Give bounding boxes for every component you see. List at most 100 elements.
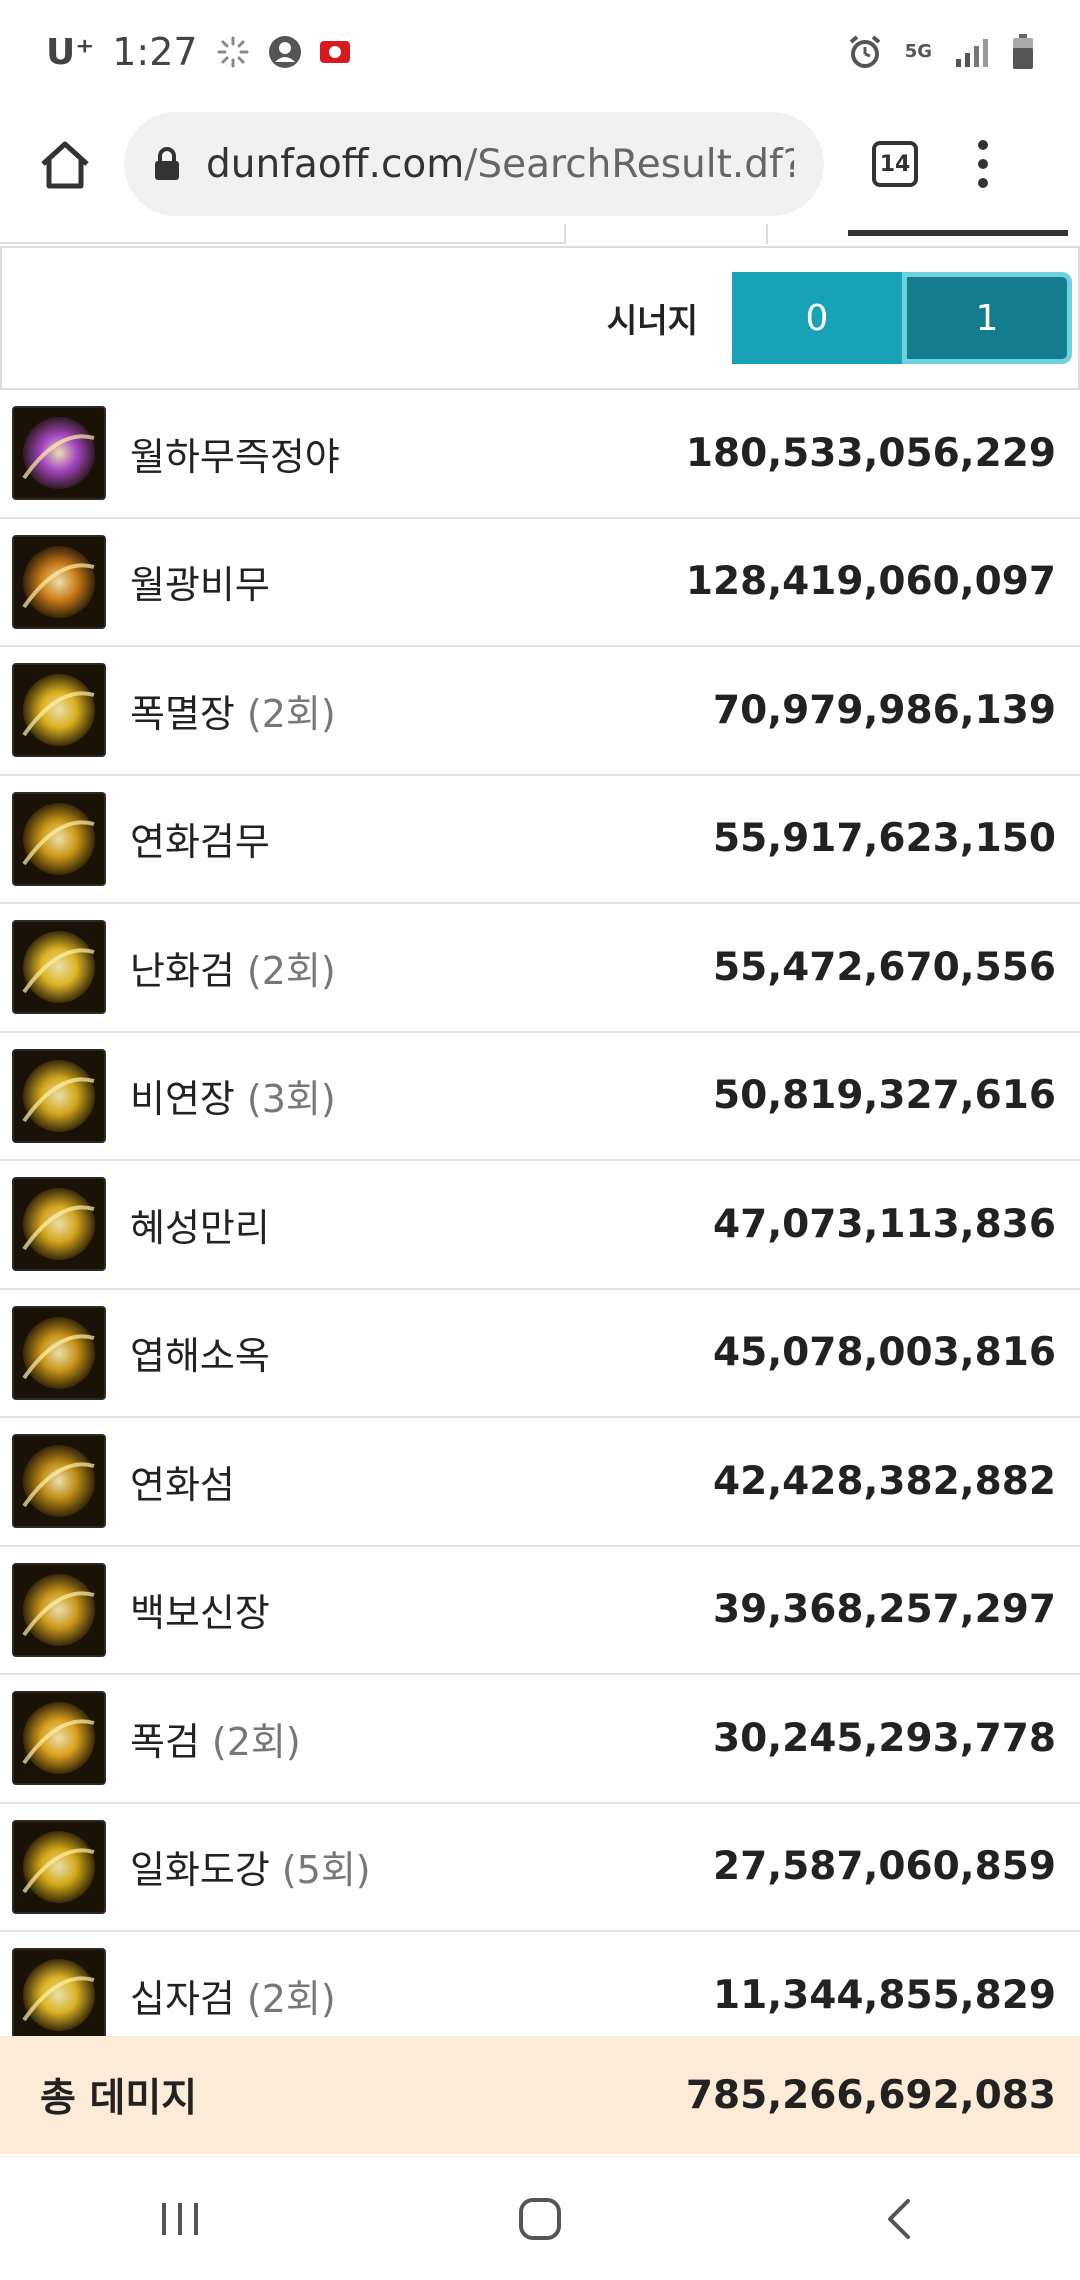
page-content: 시너지 0 1 월하무즉정야 180,533,056,229 월광비무 128,419…	[0, 224, 1080, 2156]
previous-section-edge	[0, 224, 1080, 246]
loading-icon	[216, 35, 250, 69]
skill-row: 혜성만리 47,073,113,836	[0, 1161, 1080, 1290]
back-icon	[888, 2198, 910, 2239]
tab-switcher-button[interactable]: 14	[872, 141, 918, 187]
skill-name: 난화검	[130, 948, 235, 993]
burst-sword-icon	[12, 1691, 106, 1786]
skill-hit-count: (2회)	[246, 948, 336, 993]
skill-name: 월광비무	[130, 563, 270, 608]
skill-row: 난화검 (2회) 55,472,670,556	[0, 904, 1080, 1033]
skill-damage: 128,419,060,097	[685, 559, 1056, 605]
skill-damage: 39,368,257,297	[713, 1587, 1056, 1633]
skill-name: 혜성만리	[130, 1205, 270, 1250]
skill-hit-count: (2회)	[246, 1976, 336, 2021]
total-damage-row: 총 데미지 785,266,692,083	[0, 2036, 1080, 2154]
browser-home-button[interactable]	[28, 127, 102, 201]
skill-name: 연화섬	[130, 1462, 235, 1507]
comet-icon	[12, 1177, 106, 1272]
synergy-toggle-group: 0 1	[732, 272, 1072, 364]
status-left: U⁺ 1:27	[46, 30, 350, 74]
skill-name: 폭멸장	[130, 691, 235, 736]
status-bar: U⁺ 1:27 5G	[0, 0, 1080, 104]
clock: 1:27	[112, 30, 198, 74]
menu-dot	[978, 178, 988, 188]
skill-name: 폭검	[130, 1719, 200, 1764]
skill-hit-count: (5회)	[281, 1848, 371, 1893]
total-damage-value: 785,266,692,083	[685, 2072, 1056, 2118]
synergy-selector: 시너지 0 1	[0, 246, 1080, 390]
skill-name: 비연장	[130, 1077, 235, 1122]
url-text: dunfaoff.com/SearchResult.df?	[206, 142, 794, 187]
skill-row: 연화섬 42,428,382,882	[0, 1418, 1080, 1547]
recent-apps-icon	[162, 2202, 198, 2235]
skill-damage: 180,533,056,229	[685, 430, 1056, 476]
system-navigation-bar	[0, 2156, 1080, 2280]
lotus-sword-dance-icon	[12, 791, 106, 886]
tab-underline	[848, 230, 1068, 236]
synergy-option-1[interactable]: 1	[902, 272, 1072, 364]
menu-dot	[978, 140, 988, 150]
account-icon	[268, 35, 302, 69]
skill-name: 일화도강	[130, 1848, 270, 1893]
skill-hit-count: (2회)	[211, 1719, 301, 1764]
cross-sword-icon	[12, 1948, 106, 2043]
synergy-option-label: 1	[975, 297, 999, 339]
alarm-icon	[847, 34, 883, 70]
skill-row: 백보신장 39,368,257,297	[0, 1547, 1080, 1675]
skill-damage: 47,073,113,836	[713, 1201, 1056, 1247]
skill-damage: 50,819,327,616	[713, 1073, 1056, 1119]
skill-row: 일화도강 (5회) 27,587,060,859	[0, 1804, 1080, 1932]
browser-toolbar: dunfaoff.com/SearchResult.df? 14	[0, 104, 1080, 224]
home-button[interactable]	[480, 2179, 600, 2259]
home-icon	[519, 2197, 561, 2240]
moonlight-dance-icon	[12, 534, 106, 629]
flag-icon	[319, 41, 350, 63]
skill-hit-count: (3회)	[246, 1077, 336, 1122]
total-damage-label: 총 데미지	[40, 2076, 198, 2121]
skill-damage: 55,472,670,556	[713, 944, 1056, 990]
url-host: dunfaoff.com	[206, 141, 465, 187]
skill-damage: 11,344,855,829	[713, 1972, 1056, 2018]
skill-name: 월하무즉정야	[130, 434, 340, 479]
flower-river-icon	[12, 1819, 106, 1914]
battery-icon	[1012, 34, 1034, 70]
skill-row: 월광비무 128,419,060,097	[0, 519, 1080, 647]
tab-count: 14	[879, 151, 911, 177]
leaf-sea-icon	[12, 1305, 106, 1400]
skill-hit-count: (2회)	[246, 691, 336, 736]
synergy-label: 시너지	[606, 301, 698, 340]
explosion-palm-icon	[12, 663, 106, 758]
cell-edge	[0, 224, 566, 244]
recent-apps-button[interactable]	[120, 2179, 240, 2259]
skill-damage-list: 월하무즉정야 180,533,056,229 월광비무 128,419,060,097…	[0, 390, 1080, 2061]
skill-name: 엽해소옥	[130, 1334, 270, 1379]
swallow-palm-icon	[12, 1048, 106, 1143]
skill-damage: 27,587,060,859	[713, 1844, 1056, 1890]
synergy-option-label: 0	[805, 297, 829, 339]
carrier-label: U⁺	[46, 31, 95, 73]
back-button[interactable]	[840, 2179, 960, 2259]
lock-icon	[154, 147, 180, 181]
status-right: 5G	[847, 34, 1034, 70]
network-label: 5G	[904, 41, 932, 62]
skill-damage: 42,428,382,882	[713, 1458, 1056, 1504]
skill-name: 백보신장	[130, 1591, 270, 1636]
skill-damage: 45,078,003,816	[713, 1330, 1056, 1376]
skill-name: 연화검무	[130, 820, 270, 865]
more-menu-button[interactable]	[978, 140, 988, 188]
signal-icon	[954, 37, 990, 67]
url-path: /SearchResult.df?	[464, 141, 794, 187]
skill-damage: 55,917,623,150	[713, 816, 1056, 862]
skill-damage: 30,245,293,778	[713, 1715, 1056, 1761]
home-icon	[41, 141, 89, 189]
skill-name: 십자검	[130, 1976, 235, 2021]
skill-row: 폭멸장 (2회) 70,979,986,139	[0, 647, 1080, 776]
skill-row: 엽해소옥 45,078,003,816	[0, 1290, 1080, 1418]
moon-dancer-icon	[12, 406, 106, 501]
menu-dot	[978, 159, 988, 169]
skill-row: 비연장 (3회) 50,819,327,616	[0, 1033, 1080, 1161]
synergy-option-0[interactable]: 0	[732, 272, 902, 364]
address-bar[interactable]: dunfaoff.com/SearchResult.df?	[124, 112, 824, 216]
flower-sword-icon	[12, 920, 106, 1015]
skill-row: 월하무즉정야 180,533,056,229	[0, 390, 1080, 519]
